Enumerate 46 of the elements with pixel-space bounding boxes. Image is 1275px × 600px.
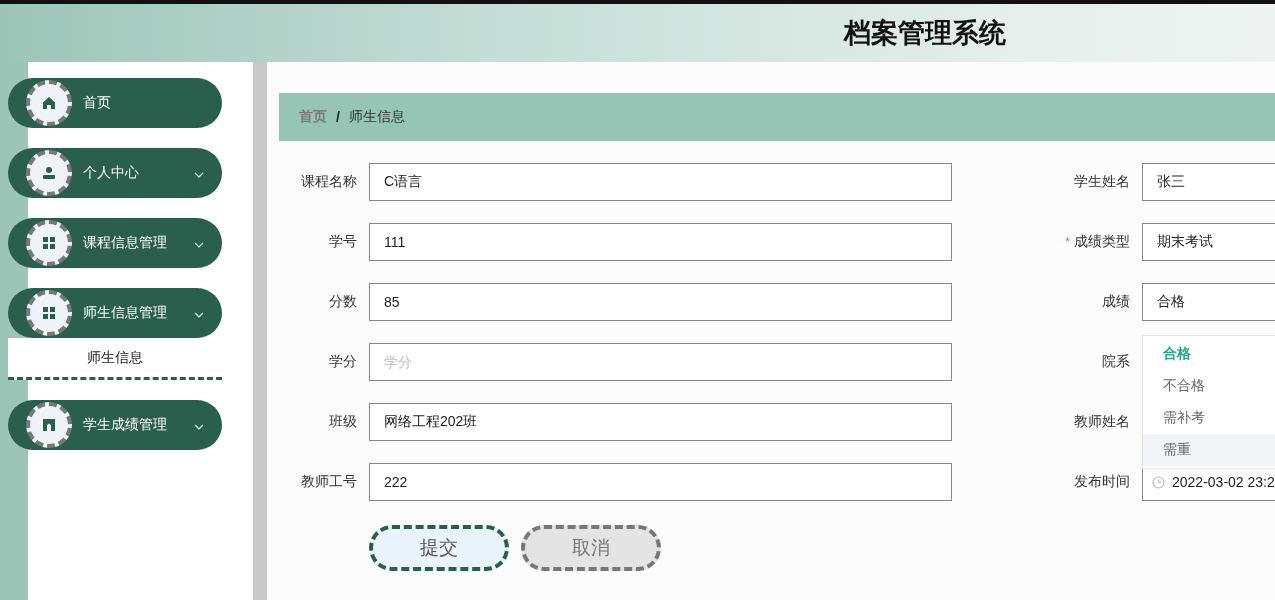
input-field[interactable]: C语言 [369,163,952,201]
sidebar-item[interactable]: 个人中心 [8,148,222,198]
clock-icon [1152,475,1165,489]
breadcrumb-item: 师生信息 [348,108,405,126]
field-label: 院系 [1102,353,1130,369]
dropdown-option[interactable]: 需补考 [1143,402,1275,434]
input-field[interactable]: 222 [369,463,952,501]
select-field[interactable]: 合格 [1142,283,1275,321]
user-icon [42,166,56,180]
cancel-button[interactable]: 取消 [521,525,661,571]
dropdown-option[interactable]: 不合格 [1143,370,1275,402]
field-label: 教师工号 [300,473,357,491]
grid-icon [42,306,56,320]
breadcrumb-separator: / [336,109,340,125]
dropdown-option[interactable]: 需重 [1143,434,1275,466]
sidebar-item[interactable]: 课程信息管理 [8,218,222,268]
input-field[interactable]: 85 [369,283,952,321]
sidebar-item[interactable]: 师生信息管理 [8,288,222,338]
chevron-down-icon [194,424,204,430]
field-label: 发布时间 [1074,473,1130,489]
grid-icon [42,236,56,250]
book-icon [42,418,56,432]
required-asterisk: * [1065,235,1070,249]
input-field[interactable]: 111 [369,223,952,261]
sidebar-item[interactable]: 首页 [8,78,222,128]
chevron-down-icon [194,242,204,248]
submit-button[interactable]: 提交 [369,525,509,571]
input-field[interactable]: 学分 [369,343,952,381]
input-field[interactable]: 网络工程202班 [369,403,952,441]
field-label: 教师姓名 [1074,413,1130,429]
input-field[interactable]: 张三 [1142,163,1275,201]
field-label: 课程名称 [300,173,357,191]
field-label: 学号 [328,233,357,251]
field-label: 成绩 [1102,293,1130,309]
home-icon [42,96,56,110]
field-label: 班级 [328,413,357,431]
field-label: 学分 [328,353,357,371]
app-title: 档案管理系统 [844,17,1006,50]
field-label: 学生姓名 [1074,173,1130,189]
field-label: 分数 [328,293,357,311]
field-label: 成绩类型 [1074,233,1130,249]
chevron-down-icon [194,172,204,178]
sidebar-item[interactable]: 学生成绩管理 [8,400,222,450]
submenu-item[interactable]: 师生信息 [8,338,222,380]
chevron-down-icon [194,312,204,318]
input-field[interactable]: 期末考试 [1142,223,1275,261]
